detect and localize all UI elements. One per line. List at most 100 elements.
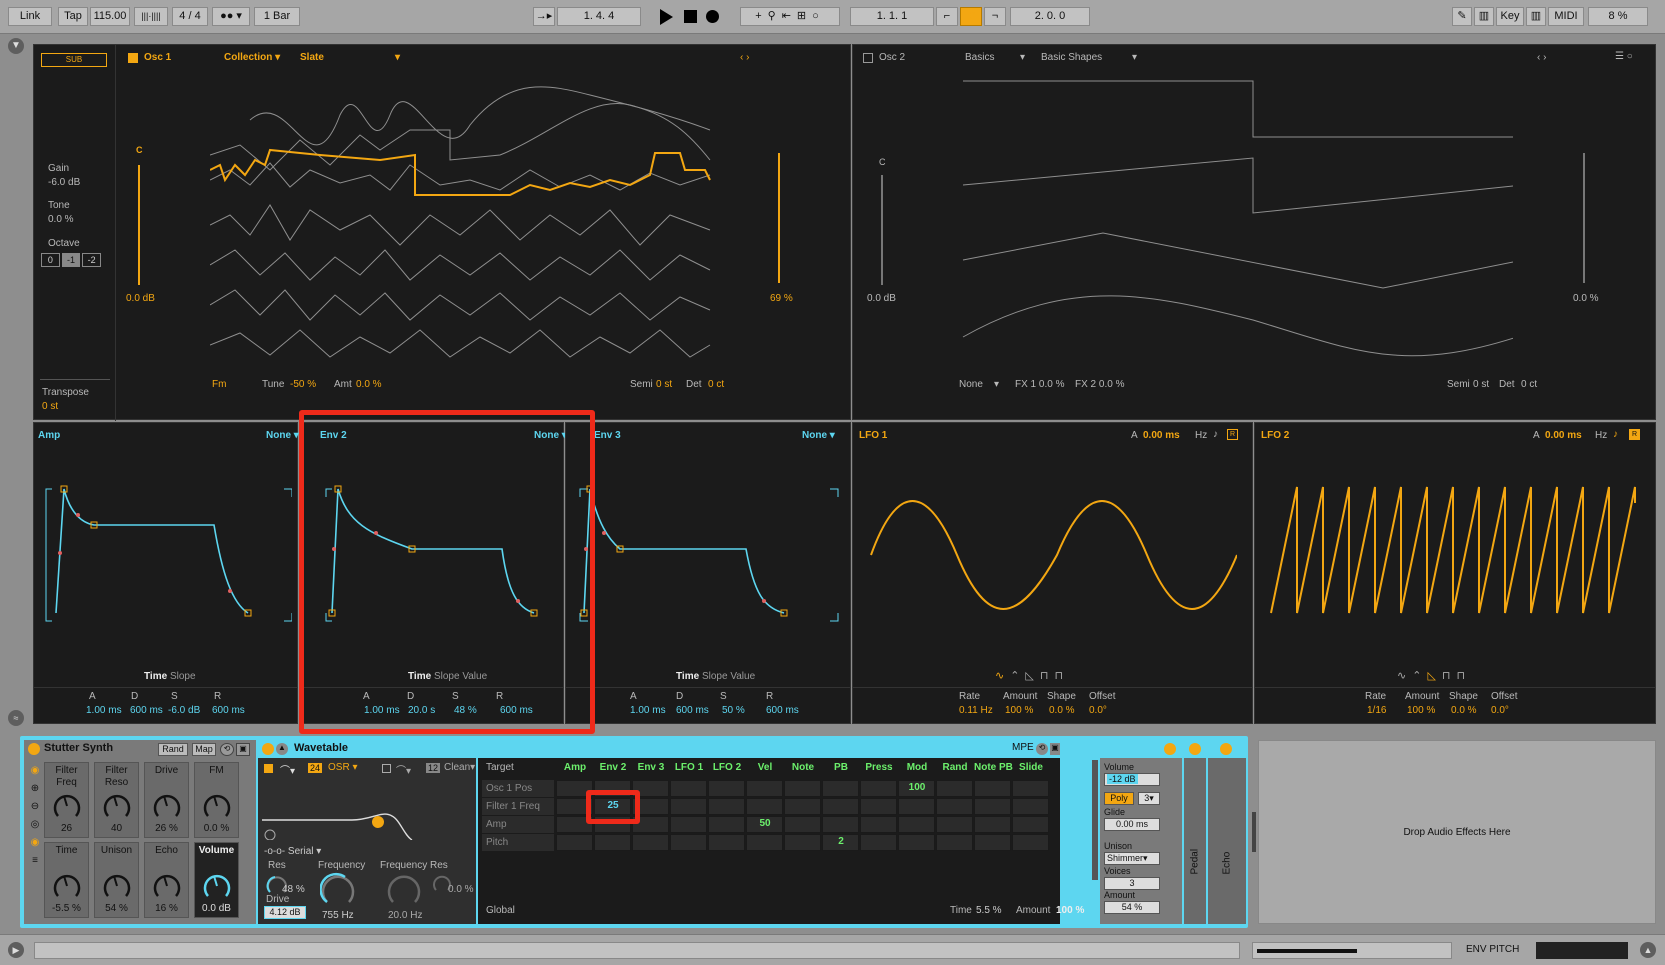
filter2-circuit-select[interactable]: Clean▾	[444, 762, 475, 773]
macro-knob[interactable]	[202, 871, 232, 901]
lfo1-shape-value[interactable]: 0.0 %	[1049, 705, 1075, 716]
matrix-cell[interactable]	[1012, 816, 1049, 833]
metronome-icon[interactable]: |||·||||	[134, 7, 168, 26]
det-value[interactable]: 0 ct	[708, 379, 724, 390]
lfo2-offset-value[interactable]: 0.0°	[1491, 705, 1509, 716]
rand-button[interactable]: Rand	[158, 743, 188, 756]
collection-select[interactable]: Collection ▾	[224, 52, 280, 63]
matrix-cell[interactable]	[860, 834, 897, 851]
glide-field[interactable]: 0.00 ms	[1104, 818, 1160, 831]
frequency-value[interactable]: 755 Hz	[322, 910, 354, 921]
rack-on-icon[interactable]	[28, 743, 40, 755]
matrix-cell[interactable]	[746, 780, 783, 797]
record-icon[interactable]	[706, 10, 719, 23]
matrix-cell[interactable]	[594, 834, 631, 851]
matrix-target-filter-1-freq[interactable]: Filter 1 Freq	[482, 798, 554, 815]
wavetable-on-icon[interactable]	[262, 743, 274, 755]
map-button[interactable]: Map	[192, 743, 216, 756]
wavetable-fold-icon[interactable]: ▲	[276, 743, 288, 755]
env3-a-value[interactable]: 1.00 ms	[630, 705, 666, 716]
lfo2-shape-selector[interactable]: ∿⌃◺⊓⊓	[1397, 669, 1471, 682]
add-macro-icon[interactable]: ⊕	[28, 780, 42, 798]
filter-response-graph[interactable]	[262, 780, 472, 840]
matrix-cell[interactable]	[860, 780, 897, 797]
filter2-res-value[interactable]: 0.0 %	[448, 884, 474, 895]
matrix-cell[interactable]	[822, 816, 859, 833]
sub-toggle[interactable]: SUB	[41, 53, 107, 67]
tab-slope[interactable]: Slope	[702, 671, 728, 682]
lfo2-sync-icon[interactable]: ♪	[1613, 429, 1618, 440]
wavetable-nav-icon[interactable]: ‹ ›	[740, 52, 749, 63]
env-amp-a-value[interactable]: 1.00 ms	[86, 705, 122, 716]
lfo2-shape-value[interactable]: 0.0 %	[1451, 705, 1477, 716]
matrix-cell[interactable]	[632, 834, 669, 851]
osc2-fx-select[interactable]: None ▾	[959, 379, 999, 390]
osc2-position-slider[interactable]	[1583, 153, 1585, 283]
drive-field[interactable]: 4.12 dB	[264, 906, 306, 919]
env2-s-value[interactable]: 48 %	[454, 705, 477, 716]
matrix-cell[interactable]	[594, 780, 631, 797]
gain-value[interactable]: -6.0 dB	[48, 177, 80, 188]
matrix-cell[interactable]	[784, 834, 821, 851]
macro-3[interactable]: Drive 26 %	[144, 762, 189, 838]
lfo2-hz-toggle[interactable]: Hz	[1595, 430, 1607, 441]
wavetable-position-slider[interactable]	[778, 153, 780, 283]
matrix-cell[interactable]	[1012, 834, 1049, 851]
macro-knob[interactable]	[202, 791, 232, 821]
matrix-cell[interactable]	[784, 816, 821, 833]
hot-swap-icon[interactable]: ⟲	[220, 743, 234, 756]
matrix-settings-icon[interactable]: ⟲	[1036, 743, 1048, 755]
matrix-cell[interactable]	[746, 834, 783, 851]
env2-graph[interactable]	[308, 483, 558, 633]
env2-a-value[interactable]: 1.00 ms	[364, 705, 400, 716]
tab-time[interactable]: Time	[408, 671, 431, 682]
matrix-cell[interactable]	[1012, 780, 1049, 797]
macro-knob[interactable]	[102, 871, 132, 901]
matrix-cell[interactable]	[670, 834, 707, 851]
remove-macro-icon[interactable]: ⊖	[28, 798, 42, 816]
env-amp-d-value[interactable]: 600 ms	[130, 705, 163, 716]
quantize-select[interactable]: 1 Bar	[254, 7, 300, 26]
matrix-cell[interactable]	[860, 798, 897, 815]
pedal-title[interactable]: Pedal	[1190, 849, 1201, 875]
env-amp-target-select[interactable]: None ▾	[266, 430, 299, 441]
macro-8[interactable]: Volume 0.0 dB	[194, 842, 239, 918]
tab-slope[interactable]: Slope	[170, 671, 196, 682]
matrix-save-icon[interactable]: ▣	[1050, 743, 1060, 755]
env-amp-tabs[interactable]: Time Slope	[144, 671, 196, 682]
tap-button[interactable]: Tap	[58, 7, 88, 26]
unison-mode-select[interactable]: Shimmer▾	[1104, 852, 1160, 865]
macro-knob[interactable]	[152, 791, 182, 821]
wavetable-position-value[interactable]: 69 %	[770, 293, 793, 304]
signature-field[interactable]: 4 / 4	[172, 7, 208, 26]
computer-midi-icon[interactable]: ▥	[1526, 7, 1546, 26]
matrix-time-value[interactable]: 5.5 %	[976, 905, 1002, 916]
fm-select[interactable]: Fm	[212, 379, 226, 390]
session-tools[interactable]: +⚲⇤⊞○	[740, 7, 840, 26]
pedal-power-icon[interactable]	[1189, 743, 1201, 755]
macro-knob[interactable]	[152, 871, 182, 901]
lfo1-hz-toggle[interactable]: Hz	[1195, 430, 1207, 441]
macro-2[interactable]: Filter Reso 40	[94, 762, 139, 838]
lfo2-rate-value[interactable]: 1/16	[1367, 705, 1386, 716]
osc2-on-toggle[interactable]	[863, 53, 873, 63]
matrix-value[interactable]: 2	[822, 836, 860, 847]
octave-0[interactable]: 0	[41, 253, 60, 267]
loop-icon[interactable]: ⟲	[960, 7, 982, 26]
transpose-value[interactable]: 0 st	[42, 401, 58, 412]
matrix-cell[interactable]	[632, 798, 669, 815]
macro-6[interactable]: Unison 54 %	[94, 842, 139, 918]
matrix-cell[interactable]	[670, 798, 707, 815]
matrix-cell[interactable]	[898, 816, 935, 833]
show-arrangement-icon[interactable]: ▶	[8, 942, 24, 958]
env3-s-value[interactable]: 50 %	[722, 705, 745, 716]
voices-field[interactable]: 3	[1104, 877, 1160, 890]
tab-value[interactable]: Value	[462, 671, 487, 682]
macro-7[interactable]: Echo 16 %	[144, 842, 189, 918]
matrix-cell[interactable]	[708, 780, 745, 797]
matrix-cell[interactable]	[974, 816, 1011, 833]
drop-effects-zone[interactable]: Drop Audio Effects Here	[1258, 740, 1656, 924]
unison-amount-field[interactable]: 54 %	[1104, 901, 1160, 914]
device-icon[interactable]: ◉	[28, 834, 42, 852]
matrix-cell[interactable]	[632, 780, 669, 797]
